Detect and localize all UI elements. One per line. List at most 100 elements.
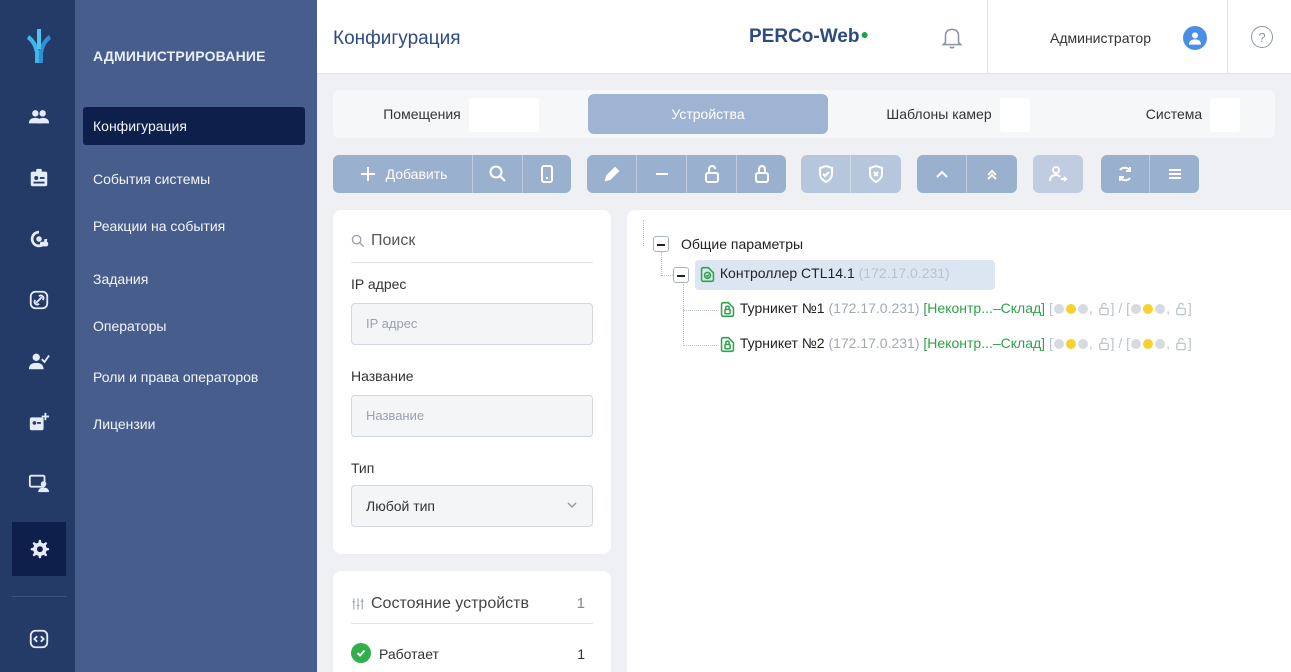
unlock-icon — [1176, 338, 1186, 351]
name-input[interactable]: Название — [351, 395, 593, 437]
user-transfer-icon — [1049, 166, 1068, 182]
collapse-toggle[interactable] — [673, 267, 689, 283]
tree-node-turnstile-2[interactable]: Турникет №2 (172.17.0.231) [Неконтр...–С… — [719, 335, 1192, 353]
status-total: 1 — [576, 595, 585, 612]
divider — [351, 262, 593, 263]
search-field[interactable]: Поиск — [351, 232, 415, 250]
divider — [351, 623, 593, 624]
device-icon — [541, 165, 553, 183]
transfer-button[interactable] — [1033, 155, 1083, 193]
header-divider — [1227, 0, 1228, 74]
status-title: Состояние устройств — [351, 595, 529, 613]
ip-input[interactable]: IP адрес — [351, 303, 593, 345]
logo-icon[interactable] — [12, 18, 66, 72]
nav-title: АДМИНИСТРИРОВАНИЕ — [93, 48, 266, 64]
toolbar-group-refresh — [1101, 155, 1199, 193]
tree-node-root[interactable]: Общие параметры — [681, 236, 803, 252]
nav-item-licenses[interactable]: Лицензии — [83, 405, 305, 443]
help-icon[interactable]: ? — [1251, 26, 1273, 48]
search-icon — [351, 234, 365, 247]
shield-x-icon — [869, 164, 883, 184]
gear-icon[interactable] — [12, 522, 66, 576]
code-icon[interactable] — [12, 612, 66, 666]
collapse-button[interactable] — [917, 155, 967, 193]
check-circle-icon — [351, 643, 371, 663]
lock-button[interactable] — [737, 155, 786, 193]
refresh-button[interactable] — [1101, 155, 1150, 193]
tree-node-turnstile-1[interactable]: Турникет №1 (172.17.0.231) [Неконтр...–С… — [719, 300, 1192, 318]
search-button[interactable] — [473, 155, 523, 193]
pencil-icon — [604, 166, 619, 182]
minus-icon — [655, 173, 668, 175]
tab-rooms[interactable]: Помещения — [341, 94, 581, 134]
device-status-panel: Состояние устройств 1 Работает 1 — [333, 571, 611, 672]
nav-item-operators[interactable]: Операторы — [83, 307, 305, 345]
tree-node-controller[interactable]: Контроллер CTL14.1 (172.17.0.231) — [699, 265, 950, 283]
user-name[interactable]: Администратор — [1050, 30, 1151, 46]
unlock-icon — [1176, 303, 1186, 316]
unlock-icon — [1098, 303, 1109, 316]
chevron-down-icon — [566, 486, 578, 526]
link-icon[interactable] — [12, 273, 66, 327]
protect-button[interactable] — [801, 155, 851, 193]
id-badge-icon[interactable] — [12, 151, 66, 205]
search-icon — [489, 165, 506, 182]
chevron-up-icon — [935, 170, 948, 178]
remove-button[interactable] — [637, 155, 687, 193]
header-divider — [987, 0, 988, 74]
type-label: Тип — [351, 460, 375, 476]
plus-icon — [360, 167, 375, 181]
edit-button[interactable] — [587, 155, 637, 193]
icon-rail — [0, 0, 75, 672]
turnstile-icon — [720, 301, 735, 317]
user-avatar-icon[interactable] — [1183, 26, 1207, 50]
filter-panel: Поиск IP адрес IP адрес Название Названи… — [333, 210, 611, 554]
menu-icon — [1168, 169, 1181, 179]
ip-label: IP адрес — [351, 276, 407, 292]
toolbar-group-shield — [801, 155, 901, 193]
device-tree: Общие параметры Контроллер CTL14.1 (172.… — [627, 210, 1291, 672]
refresh-icon — [1119, 166, 1131, 182]
nav-item-system-events[interactable]: События системы — [83, 160, 305, 198]
header: Конфигурация PERCo-Web● Администратор ? — [317, 0, 1291, 74]
bell-icon[interactable] — [939, 24, 965, 50]
rail-divider — [12, 596, 66, 597]
unlock-icon — [704, 164, 719, 183]
tab-camera-templates[interactable]: Шаблоны камер — [878, 94, 1038, 134]
toolbar-group-transfer — [1033, 155, 1083, 193]
unlock-icon — [1098, 338, 1109, 351]
nav-item-event-reactions[interactable]: Реакции на события — [83, 207, 305, 245]
section-nav: АДМИНИСТРИРОВАНИЕ Конфигурация События с… — [75, 0, 317, 672]
add-button[interactable]: Добавить — [333, 155, 473, 193]
type-select[interactable]: Любой тип — [351, 485, 593, 527]
nav-item-roles[interactable]: Роли и права операторов — [83, 358, 305, 396]
collapse-toggle[interactable] — [653, 236, 669, 252]
person-check-icon[interactable] — [12, 334, 66, 388]
toolbar-group-edit — [587, 155, 786, 193]
double-chevron-up-icon — [987, 169, 997, 180]
toolbar-group-add: Добавить — [333, 155, 571, 193]
filter-sliders-icon — [352, 598, 364, 610]
status-row-count: 1 — [577, 646, 585, 662]
monitor-user-icon[interactable] — [12, 456, 66, 510]
toolbar-group-collapse — [917, 155, 1017, 193]
brand-logo: PERCo-Web● — [749, 26, 869, 47]
tab-bar: Помещения Устройства Шаблоны камер Систе… — [333, 90, 1275, 138]
badge-add-icon[interactable] — [12, 395, 66, 449]
status-row-label[interactable]: Работает — [379, 646, 439, 662]
menu-button[interactable] — [1150, 155, 1199, 193]
users-icon[interactable] — [12, 90, 66, 144]
unprotect-button[interactable] — [851, 155, 901, 193]
controller-icon — [700, 266, 715, 282]
shield-check-icon — [818, 164, 833, 184]
device-button[interactable] — [523, 155, 571, 193]
collapse-all-button[interactable] — [967, 155, 1017, 193]
tab-devices[interactable]: Устройства — [588, 94, 828, 134]
unlock-button[interactable] — [687, 155, 737, 193]
turnstile-icon — [720, 336, 735, 352]
page-title: Конфигурация — [333, 28, 461, 49]
nav-item-tasks[interactable]: Задания — [83, 260, 305, 298]
nav-item-configuration[interactable]: Конфигурация — [83, 107, 305, 145]
target-icon[interactable] — [12, 212, 66, 266]
tab-system[interactable]: Система — [1113, 94, 1273, 134]
